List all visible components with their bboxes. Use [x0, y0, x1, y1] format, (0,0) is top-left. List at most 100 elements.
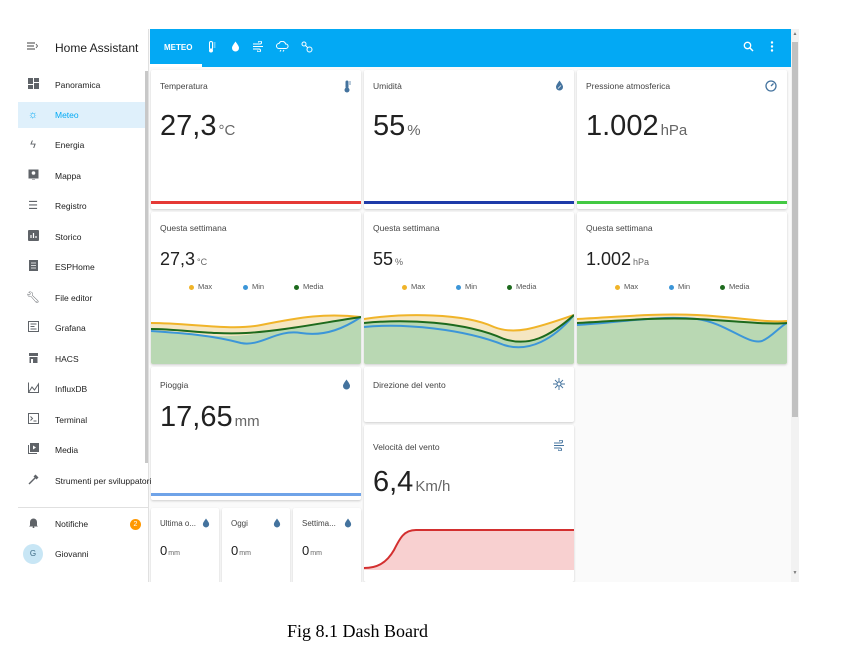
sidebar-item-panoramica[interactable]: Panoramica — [18, 72, 148, 98]
sidebar-item-label: Panoramica — [55, 80, 101, 90]
gauge-icon — [764, 80, 778, 95]
humidity-card[interactable]: Umidità 55% — [364, 70, 574, 209]
sidebar-item-esphome[interactable]: ESPHome — [18, 254, 148, 280]
wind-speed-sparkline — [364, 529, 574, 570]
sidebar-item-registro[interactable]: ☰ Registro — [18, 193, 148, 219]
card-title: Direzione del vento — [373, 380, 446, 390]
sidebar-divider — [18, 507, 148, 508]
water-drop-icon[interactable] — [228, 41, 242, 55]
temperature-card[interactable]: Temperatura 27,3 °C — [151, 70, 361, 209]
water-percent-icon — [552, 80, 566, 94]
sidebar-item-meteo[interactable]: ☼ Meteo — [18, 102, 148, 128]
temperature-value: 27,3 °C — [160, 110, 236, 142]
card-title: Temperatura — [160, 81, 208, 91]
chip-icon — [26, 260, 40, 274]
temperature-bar — [151, 201, 361, 204]
list-icon: ☰ — [28, 200, 38, 212]
humidity-week-sparkline — [364, 314, 574, 364]
wind-speed-card[interactable]: Velocità del vento 6,4 Km/h — [364, 425, 574, 582]
hammer-icon — [26, 474, 40, 488]
wind-icon — [552, 439, 566, 454]
sidebar-item-file-editor[interactable]: 🔧︎ File editor — [18, 285, 148, 311]
card-title: Umidità — [373, 81, 402, 91]
legend-max: Max — [189, 282, 212, 291]
temperature-week-card[interactable]: Questa settimana 27,3 °C Max Min Media — [151, 212, 361, 364]
menu-toggle-icon[interactable] — [26, 40, 40, 54]
card-title: Pioggia — [160, 380, 189, 390]
sidebar-item-label: Registro — [55, 201, 87, 211]
bell-icon — [26, 517, 40, 531]
rain-today-card[interactable]: Oggi 0mm — [222, 508, 290, 582]
sidebar-item-energia[interactable]: ϟ Energia — [18, 132, 148, 158]
rain-last-card[interactable]: Ultima o... 0mm — [151, 508, 219, 582]
sidebar-item-label: InfluxDB — [55, 384, 88, 394]
legend-max: Max — [402, 282, 425, 291]
humidity-week-card[interactable]: Questa settimana 55% Max Min Media — [364, 212, 574, 364]
pressure-bar — [577, 201, 787, 204]
card-title: Velocità del vento — [373, 442, 440, 452]
home-assistant-window: Home Assistant Panoramica ☼ Meteo ϟ Ener… — [18, 29, 799, 582]
notification-count-badge: 2 — [130, 518, 141, 530]
wind-direction-card[interactable]: Direzione del vento — [364, 367, 574, 422]
sidebar-item-storico[interactable]: Storico — [18, 224, 148, 250]
sidebar-item-grafana[interactable]: Grafana — [18, 315, 148, 341]
card-title: Settima... — [302, 519, 336, 528]
scroll-up-icon[interactable]: ▲ — [791, 31, 799, 37]
sidebar-item-label: Storico — [55, 232, 82, 242]
water-drop-icon — [270, 518, 284, 531]
sidebar-scrollbar[interactable] — [145, 71, 148, 463]
sidebar-item-developer-tools[interactable]: Strumenti per sviluppatori — [18, 468, 151, 494]
molecule-icon[interactable] — [300, 41, 314, 56]
tab-meteo[interactable]: METEO — [164, 43, 192, 52]
sidebar-item-label: Terminal — [55, 415, 88, 425]
sidebar-item-label: Energia — [55, 140, 85, 150]
sidebar-item-hacs[interactable]: HACS — [18, 346, 148, 372]
legend-mean: Media — [507, 282, 536, 291]
chart-area-icon — [26, 382, 40, 396]
sidebar-item-mappa[interactable]: Mappa — [18, 163, 148, 189]
active-tab-indicator — [150, 64, 202, 67]
figure-caption: Fig 8.1 Dash Board — [287, 621, 428, 641]
sidebar-item-label: Giovanni — [55, 549, 89, 559]
rain-last-value: 0mm — [160, 543, 180, 558]
sidebar-item-notifiche[interactable]: Notifiche 2 — [18, 511, 148, 537]
humidity-bar — [364, 201, 574, 204]
legend-mean: Media — [720, 282, 749, 291]
cloud-icon[interactable] — [275, 40, 289, 55]
sidebar-item-label: HACS — [55, 354, 79, 364]
rain-bar — [151, 493, 361, 496]
wind-speed-value: 6,4 Km/h — [373, 466, 451, 498]
scrollbar-thumb[interactable] — [792, 42, 798, 417]
compass-icon — [552, 378, 566, 393]
pressure-card[interactable]: Pressione atmosferica 1.002 hPa — [577, 70, 787, 209]
sidebar-header: Home Assistant — [18, 29, 148, 67]
card-title: Pressione atmosferica — [586, 81, 671, 91]
sidebar-item-label: Notifiche — [55, 519, 89, 529]
wrench-icon: 🔧︎ — [26, 292, 40, 304]
more-vert-icon[interactable] — [765, 41, 779, 55]
top-app-bar: METEO — [150, 29, 791, 67]
pressure-week-sparkline — [577, 313, 787, 364]
sidebar: Home Assistant Panoramica ☼ Meteo ϟ Ener… — [18, 29, 151, 582]
scroll-down-icon[interactable]: ▼ — [791, 570, 799, 576]
sidebar-item-influxdb[interactable]: InfluxDB — [18, 376, 148, 402]
sidebar-item-media[interactable]: Media — [18, 437, 148, 463]
pressure-week-card[interactable]: Questa settimana 1.002 hPa Max Min Media — [577, 212, 787, 364]
sidebar-item-user[interactable]: G Giovanni — [18, 541, 148, 567]
water-drop-icon — [341, 518, 355, 531]
sidebar-item-terminal[interactable]: Terminal — [18, 407, 148, 433]
legend-min: Min — [669, 282, 690, 291]
search-icon[interactable] — [741, 41, 755, 55]
wind-icon[interactable] — [251, 40, 265, 55]
legend-mean: Media — [294, 282, 323, 291]
rain-card[interactable]: Pioggia 17,65 mm — [151, 367, 361, 500]
sidebar-item-label: Media — [55, 445, 79, 455]
main-scrollbar[interactable]: ▲ ▼ — [791, 29, 799, 582]
humidity-week-value: 55% — [373, 249, 404, 269]
pressure-value: 1.002 hPa — [586, 110, 688, 142]
map-icon — [26, 169, 40, 183]
thermometer-icon[interactable] — [204, 41, 218, 56]
card-title: Questa settimana — [373, 223, 440, 233]
water-drop-icon — [339, 379, 353, 393]
rain-week-card[interactable]: Settima... 0mm — [293, 508, 361, 582]
